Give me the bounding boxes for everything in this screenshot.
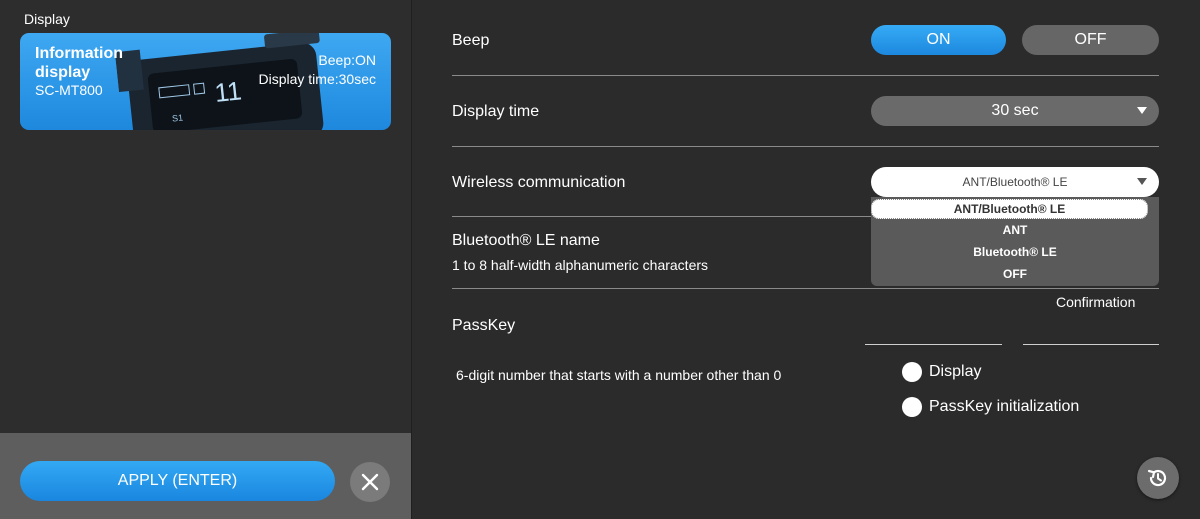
wireless-option[interactable]: OFF: [871, 264, 1159, 284]
divider: [452, 146, 1159, 147]
device-model: SC-MT800: [35, 82, 103, 98]
beep-label: Beep: [452, 32, 490, 49]
close-icon: [361, 473, 379, 491]
display-radio[interactable]: [902, 362, 922, 382]
wireless-value: ANT/Bluetooth® LE: [962, 175, 1068, 189]
wireless-option[interactable]: ANT: [871, 220, 1159, 240]
device-display-time-status: Display time:30sec: [258, 71, 377, 87]
chevron-down-icon: [1137, 178, 1147, 185]
chevron-down-icon: [1137, 107, 1147, 114]
wireless-option[interactable]: Bluetooth® LE: [871, 242, 1159, 262]
history-button[interactable]: [1137, 457, 1179, 499]
passkey-init-radio-label: PassKey initialization: [929, 398, 1080, 415]
history-icon: [1147, 469, 1167, 487]
device-title: Information display: [35, 45, 123, 81]
bt-name-label: Bluetooth® LE name: [452, 232, 600, 249]
device-beep-status: Beep:ON: [318, 52, 376, 68]
wireless-option[interactable]: ANT/Bluetooth® LE: [871, 199, 1148, 219]
divider: [452, 288, 1159, 289]
svg-text:11: 11: [213, 75, 243, 108]
section-label: Display: [24, 11, 70, 27]
apply-button[interactable]: APPLY (ENTER): [20, 461, 335, 501]
display-time-label: Display time: [452, 103, 540, 120]
divider: [452, 75, 1159, 76]
display-time-value: 30 sec: [991, 102, 1039, 119]
wireless-label: Wireless communication: [452, 174, 626, 191]
wireless-dropdown-list: ANT/Bluetooth® LE ANT Bluetooth® LE OFF: [871, 197, 1159, 286]
bt-name-hint: 1 to 8 half-width alphanumeric character…: [452, 257, 709, 273]
beep-on-button[interactable]: ON: [871, 25, 1006, 55]
svg-text:S1: S1: [172, 113, 184, 124]
passkey-confirmation-input[interactable]: [1023, 321, 1159, 345]
footer-bar: APPLY (ENTER): [0, 433, 411, 519]
close-button[interactable]: [350, 462, 390, 502]
passkey-hint: 6-digit number that starts with a number…: [456, 367, 782, 383]
display-radio-label: Display: [929, 363, 982, 380]
passkey-input[interactable]: [865, 321, 1002, 345]
passkey-label: PassKey: [452, 317, 516, 334]
passkey-init-radio[interactable]: [902, 397, 922, 417]
device-card[interactable]: 11 S1 Information display SC-MT800 Beep:…: [20, 33, 391, 130]
beep-off-button[interactable]: OFF: [1022, 25, 1159, 55]
settings-pane: Beep ON OFF Display time 30 sec Wireless…: [412, 0, 1200, 519]
confirmation-label: Confirmation: [1056, 294, 1136, 310]
display-time-select[interactable]: 30 sec: [871, 96, 1159, 126]
device-pane: Display 11 S1 Information display SC-MT8…: [0, 0, 411, 519]
wireless-select[interactable]: ANT/Bluetooth® LE: [871, 167, 1159, 197]
